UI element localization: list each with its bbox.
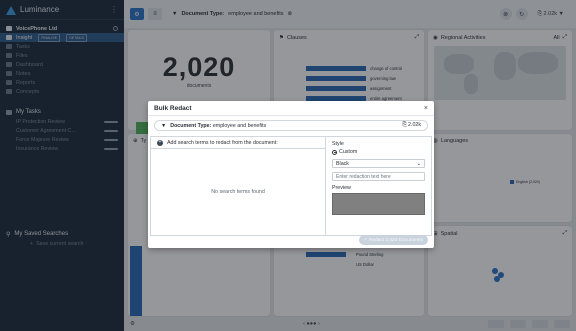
add-term-icon[interactable]: + [157,139,163,146]
redact-documents-button[interactable]: ✓ Redact 2,020 Documents [358,235,428,245]
bulk-redact-dialog: Bulk Redact × ▼ Document Type: employee … [148,101,434,248]
dialog-filter-label: Document Type: [170,122,212,129]
dialog-filter-text: Document Type: employee and benefits [170,123,398,129]
empty-state-text: No search terms found [211,189,265,195]
style-label: Style [332,141,344,147]
close-icon[interactable]: × [424,105,428,112]
redaction-text-input[interactable] [332,172,425,181]
style-panel: Style Custom Black ⌄ Preview [325,136,432,236]
dialog-filter-value: employee and benefits [212,122,267,129]
chevron-down-icon: ⌄ [416,160,421,167]
color-select-value: Black [336,160,349,167]
redaction-preview [332,193,425,215]
radio-selected-icon[interactable] [332,149,337,155]
custom-style-radio[interactable]: Custom [332,149,425,155]
add-terms-label: Add search terms to redact from the docu… [167,139,278,146]
dialog-title: Bulk Redact [154,104,192,112]
redact-button-label: Redact 2,020 Documents [368,237,423,243]
filter-icon: ▼ [161,122,167,129]
dialog-body: + Add search terms to redact from the do… [150,136,432,236]
dialog-doc-count: ⎘ 2.02k [402,122,421,128]
color-select[interactable]: Black ⌄ [332,159,425,168]
add-terms-row[interactable]: + Add search terms to redact from the do… [151,137,325,149]
dialog-filter-bar: ▼ Document Type: employee and benefits ⎘… [154,120,428,131]
custom-style-label: Custom [339,149,358,155]
dialog-header: Bulk Redact × [148,101,434,116]
preview-label: Preview [332,185,351,191]
search-terms-panel: + Add search terms to redact from the do… [150,136,325,236]
dialog-count-value: 2.02k [408,122,421,128]
